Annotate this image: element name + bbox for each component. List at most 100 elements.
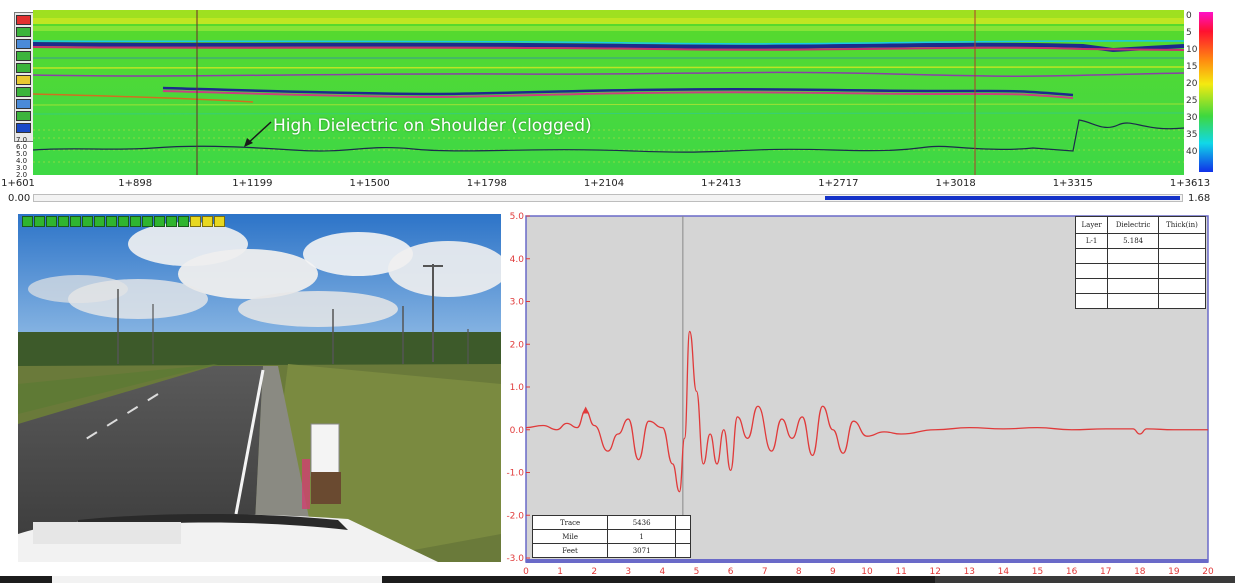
export-icon[interactable] — [16, 123, 31, 133]
play-icon[interactable] — [58, 216, 69, 227]
x-tick-label: 7 — [762, 567, 768, 576]
x-tick-label: 0 — [523, 567, 529, 576]
chainage-tick-label: 1+1798 — [466, 178, 507, 189]
y-tick-label: 3.0 — [510, 298, 525, 308]
chainage-tick-label: 1+1500 — [349, 178, 390, 189]
stop-icon[interactable] — [82, 216, 93, 227]
chainage-tick-label: 1+3018 — [935, 178, 976, 189]
mile-value: 1 — [607, 529, 677, 544]
zoom-in-icon[interactable] — [16, 51, 31, 61]
y-tick-label: 2.0 — [510, 340, 525, 350]
dielectric-colorbar — [1199, 12, 1213, 172]
horizontal-scrollbar[interactable] — [33, 194, 1183, 202]
layer-table-cell — [1157, 278, 1207, 294]
depth-tick-label: 10 — [1186, 45, 1198, 55]
y-tick-label: 5.0 — [510, 212, 525, 222]
x-tick-label: 12 — [929, 567, 940, 576]
settings-icon[interactable] — [16, 39, 31, 49]
chainage-tick-label: 1+2413 — [701, 178, 742, 189]
taskbar-tray — [935, 576, 1235, 583]
marker-icon[interactable] — [16, 75, 31, 85]
chainage-tick-label: 1+3613 — [1169, 178, 1211, 189]
rewind-icon[interactable] — [46, 216, 57, 227]
x-tick-label: 8 — [796, 567, 802, 576]
layer-table-cell — [1157, 293, 1207, 309]
first-frame-icon[interactable] — [22, 216, 33, 227]
layer-table-cell — [1074, 278, 1109, 294]
chainage-tick-label: 1+601 — [1, 178, 35, 189]
scrollbar-thumb[interactable] — [824, 196, 1180, 200]
layer-table-cell — [1074, 248, 1109, 264]
depth-tick-label: 15 — [1186, 62, 1198, 72]
flag-icon[interactable] — [202, 216, 213, 227]
pause-icon[interactable] — [70, 216, 81, 227]
taskbar-window-button[interactable] — [52, 576, 382, 583]
layer-table-cell — [1107, 293, 1159, 309]
layer-table-cell — [1157, 248, 1207, 264]
depth-tick-label: 20 — [1186, 79, 1198, 89]
gpr-radargram-panel: 0 5 10 15 20 25 30 35 40 7.0 6.0 5.0 4.0… — [0, 0, 1235, 208]
x-tick-label: 4 — [660, 567, 666, 576]
y-tick-label: 0.0 — [510, 426, 525, 436]
settings-icon[interactable] — [166, 216, 177, 227]
next-frame-icon[interactable] — [106, 216, 117, 227]
x-tick-label: 1 — [557, 567, 563, 576]
note-icon[interactable] — [214, 216, 225, 227]
layer-table-cell: L-1 — [1074, 233, 1109, 249]
zoom-out-icon[interactable] — [16, 63, 31, 73]
previous-frame-icon[interactable] — [34, 216, 45, 227]
x-tick-label: 3 — [625, 567, 631, 576]
scroll-end-label: 1.68 — [1188, 193, 1211, 204]
y-tick-label: -2.0 — [506, 511, 524, 521]
x-tick-label: 17 — [1100, 567, 1111, 576]
video-toolbar — [22, 216, 225, 227]
layer-table-cell: 5.184 — [1107, 233, 1159, 249]
scroll-start-label: 0.00 — [8, 193, 31, 204]
y-tick-label: -3.0 — [506, 554, 524, 564]
snapshot-icon[interactable] — [154, 216, 165, 227]
layer-table: Layer Dielectric Thick(in) L-1 5.184 — [1074, 216, 1207, 309]
info-icon[interactable] — [178, 216, 189, 227]
chainage-tick-label: 1+3315 — [1052, 178, 1093, 189]
radargram-image[interactable] — [33, 10, 1184, 175]
camera-icon[interactable] — [130, 216, 141, 227]
trace-table-cell — [675, 515, 691, 530]
layer-icon[interactable] — [16, 87, 31, 97]
depth-tick-label: 40 — [1186, 147, 1198, 157]
record-icon[interactable] — [16, 15, 31, 25]
x-tick-label: 16 — [1066, 567, 1078, 576]
depth-axis: 0 5 10 15 20 25 30 35 40 — [1184, 10, 1198, 175]
chainage-tick-label: 1+1199 — [232, 178, 273, 189]
bookmark-icon[interactable] — [190, 216, 201, 227]
trace-value: 5436 — [607, 515, 677, 530]
layer-table-header: Layer — [1074, 216, 1109, 234]
zoom-icon[interactable] — [142, 216, 153, 227]
depth-tick-label: 30 — [1186, 113, 1198, 123]
y-tick-label: -1.0 — [506, 469, 524, 479]
filter-icon[interactable] — [16, 99, 31, 109]
layer-table-cell — [1074, 263, 1109, 279]
layer-table-cell — [1107, 263, 1159, 279]
mile-label: Mile — [531, 529, 609, 544]
trace-label: Trace — [531, 515, 609, 530]
pick-icon[interactable] — [16, 111, 31, 121]
x-tick-label: 19 — [1168, 567, 1180, 576]
feet-value: 3071 — [607, 543, 677, 558]
layer-table-cell — [1157, 263, 1207, 279]
x-tick-label: 2 — [591, 567, 597, 576]
chainage-axis: 1+601 1+898 1+1199 1+1500 1+1798 1+2104 1+2413… — [0, 176, 1235, 190]
feet-label: Feet — [531, 543, 609, 558]
depth-tick-label: 35 — [1186, 130, 1198, 140]
x-tick-label: 13 — [964, 567, 975, 576]
last-frame-icon[interactable] — [118, 216, 129, 227]
y-tick-label: 4.0 — [510, 255, 525, 265]
amplitude-scale: 7.0 6.0 5.0 4.0 3.0 2.0 — [0, 135, 33, 180]
layer-table-cell — [1074, 293, 1109, 309]
video-caption-overlay — [33, 522, 181, 544]
trace-info-table: Trace 5436 Mile 1 Feet 3071 — [531, 515, 691, 558]
dashcam-video[interactable] — [18, 214, 501, 562]
layer-table-cell — [1107, 278, 1159, 294]
chainage-tick-label: 1+2104 — [583, 178, 625, 189]
play-icon[interactable] — [16, 27, 31, 37]
forward-icon[interactable] — [94, 216, 105, 227]
